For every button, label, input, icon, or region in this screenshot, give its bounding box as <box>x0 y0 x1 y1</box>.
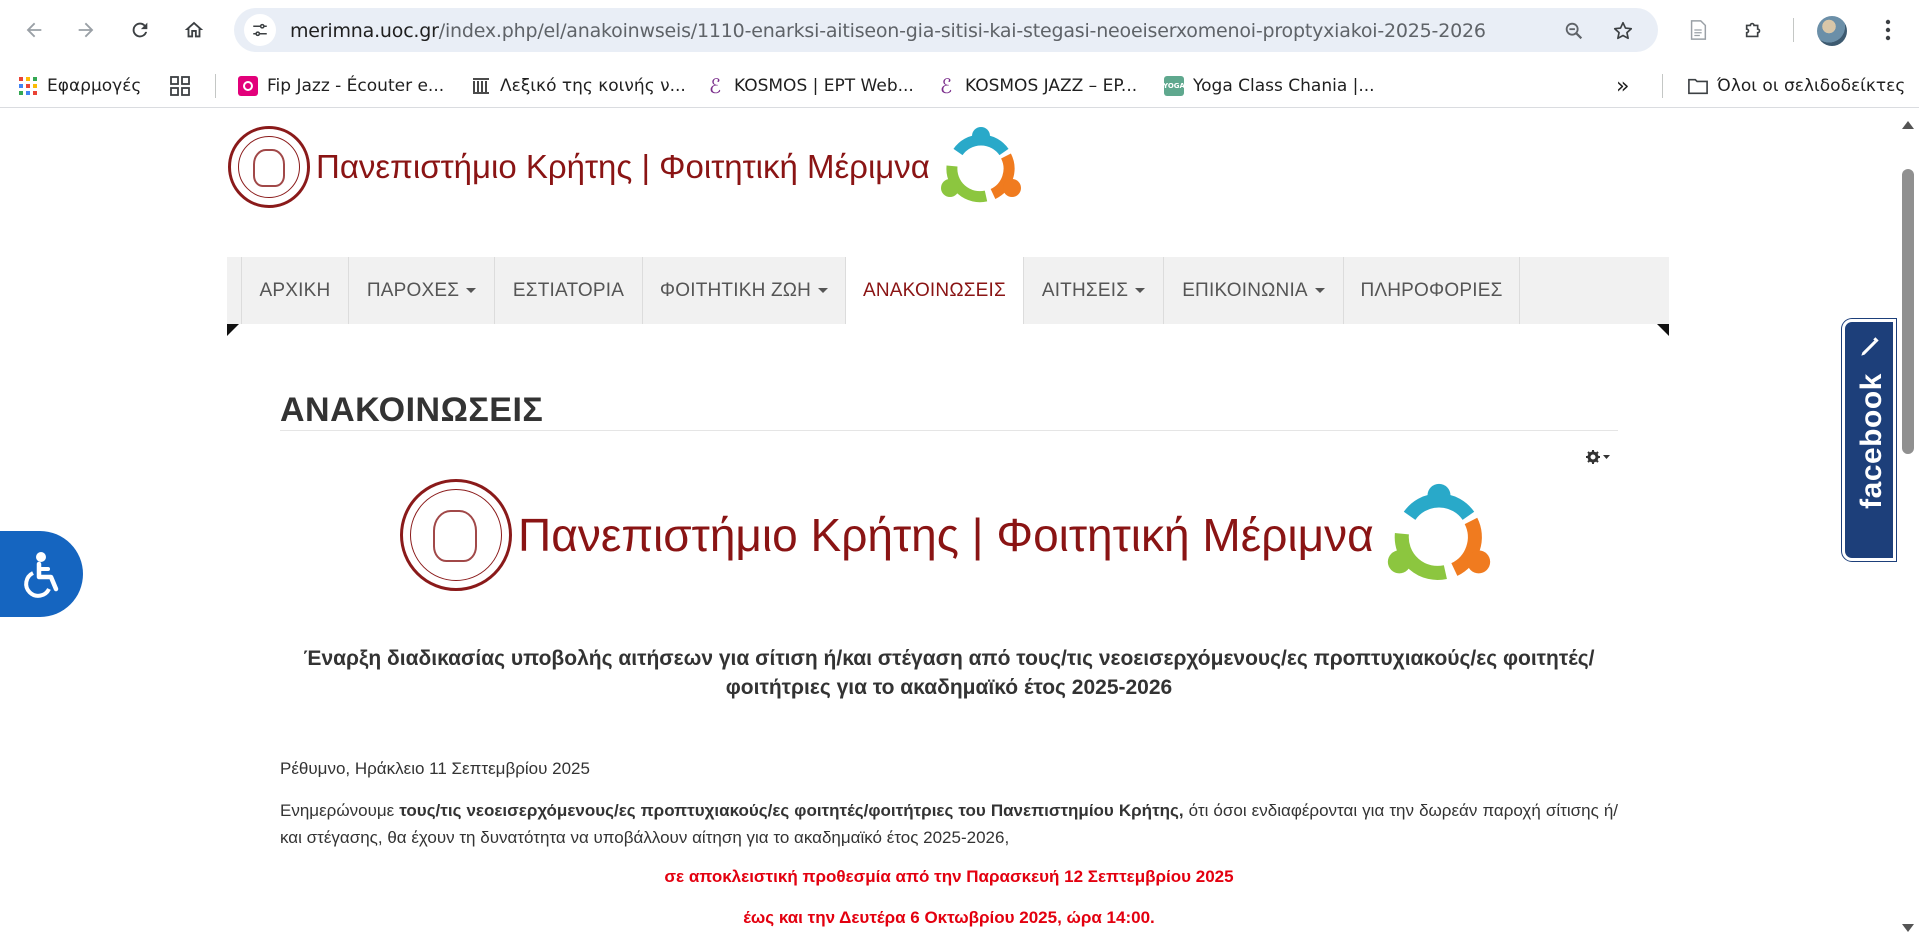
article-title-line: Έναρξη διαδικασίας υποβολής αιτήσεων για… <box>303 647 1595 670</box>
bookmark-kosmos-jazz[interactable]: ℰ KOSMOS JAZZ – EP... <box>936 74 1137 98</box>
extensions-puzzle-icon[interactable] <box>1738 14 1770 46</box>
nav-item-info[interactable]: ΠΛΗΡΟΦΟΡΙΕΣ <box>1343 257 1520 324</box>
url-path: /index.php/el/anakoinwseis/1110-enarksi-… <box>438 20 1486 42</box>
main-navbar: ΑΡΧΙΚΗ ΠΑΡΟΧΕΣ ΕΣΤΙΑΤΟΡΙΑ ΦΟΙΤΗΤΙΚΗ ΖΩΗ … <box>227 257 1669 324</box>
kosmos-icon: ℰ <box>708 74 722 98</box>
bookmark-apps[interactable]: Εφαρμογές <box>18 74 141 98</box>
nav-item-restaurants[interactable]: ΕΣΤΙΑΤΟΡΙΑ <box>494 257 642 324</box>
student-care-logo-icon <box>938 124 1024 210</box>
caret-down-icon <box>466 288 477 293</box>
reload-icon <box>132 22 148 38</box>
nav-item-announcements[interactable]: ΑΝΑΚΟΙΝΩΣΕΙΣ <box>845 257 1023 324</box>
banner-brand-name: Πανεπιστήμιο Κρήτης | Φοιτητική Μέριμνα <box>518 509 1374 561</box>
facebook-label: facebook <box>1855 373 1888 509</box>
scroll-down-arrow-icon[interactable] <box>1902 924 1914 932</box>
bookmark-label: Yoga Class Chania |... <box>1193 76 1375 96</box>
nav-item-home[interactable]: ΑΡΧΙΚΗ <box>241 257 348 324</box>
deadline-start: σε αποκλειστική προθεσμία από την Παρασκ… <box>664 867 1234 886</box>
bookmark-label: Εφαρμογές <box>47 76 142 96</box>
back-button[interactable] <box>18 14 50 46</box>
gear-icon <box>1586 450 1610 464</box>
url-host: merimna.uoc.gr <box>290 20 439 42</box>
forward-button[interactable] <box>70 14 102 46</box>
bookmark-lexiko[interactable]: Λεξικό της κοινής ν... <box>471 74 686 98</box>
ribbon-corner-right <box>1657 324 1669 336</box>
article-dateline: Ρέθυμνο, Ηράκλειο 11 Σεπτεμβρίου 2025 <box>280 759 590 778</box>
bookmark-fip-jazz[interactable]: Fip Jazz - Écouter e... <box>238 74 444 98</box>
menu-kebab-icon[interactable] <box>1872 14 1904 46</box>
bookmark-label: Λεξικό της κοινής ν... <box>500 76 686 96</box>
bookmark-yoga[interactable]: YOGA Yoga Class Chania |... <box>1163 74 1375 98</box>
home-button[interactable] <box>178 14 210 46</box>
article-banner-logo: Πανεπιστήμιο Κρήτης | Φοιτητική Μέριμνα <box>400 477 1494 593</box>
pen-icon <box>1861 337 1879 356</box>
site-logo[interactable]: Πανεπιστήμιο Κρήτης | Φοιτητική Μέριμνα <box>228 119 1024 215</box>
bookmark-label: KOSMOS | EPT Web... <box>734 76 914 96</box>
web-page: Πανεπιστήμιο Κρήτης | Φοιτητική Μέριμνα … <box>0 109 1919 942</box>
caret-down-icon <box>818 288 829 293</box>
page-title: ΑΝΑΚΟΙΝΩΣΕΙΣ <box>280 391 544 429</box>
reload-button[interactable] <box>124 14 156 46</box>
browser-toolbar: merimna.uoc.gr/index.php/el/anakoinwseis… <box>0 0 1919 60</box>
bookmark-divider <box>215 74 216 98</box>
tab-groups-icon <box>170 76 190 96</box>
scroll-up-arrow-icon[interactable] <box>1902 121 1914 129</box>
bookmarks-bar: Εφαρμογές Fip Jazz - Écouter e... Λεξικό… <box>0 64 1919 108</box>
nav-item-contact[interactable]: ΕΠΙΚΟΙΝΩΝΙΑ <box>1163 257 1343 324</box>
university-seal-icon <box>228 126 310 208</box>
accessibility-button[interactable] <box>0 531 83 617</box>
ribbon-corner-left <box>227 324 239 336</box>
title-divider <box>280 430 1618 431</box>
article-title: Έναρξη διαδικασίας υποβολής αιτήσεων για… <box>280 644 1618 702</box>
library-icon <box>471 76 491 96</box>
reading-mode-icon[interactable] <box>1682 14 1714 46</box>
bookmark-divider <box>1662 74 1663 98</box>
toolbar-divider <box>1793 18 1794 42</box>
site-info-icon[interactable] <box>244 14 276 46</box>
double-chevron-right-icon: » <box>1616 73 1630 99</box>
home-icon <box>184 21 204 38</box>
arrow-right-icon <box>78 22 94 38</box>
apps-grid-icon <box>18 76 38 96</box>
address-bar[interactable]: merimna.uoc.gr/index.php/el/anakoinwseis… <box>234 8 1658 52</box>
bookmark-label: Fip Jazz - Écouter e... <box>267 76 445 96</box>
url-text[interactable]: merimna.uoc.gr/index.php/el/anakoinwseis… <box>290 20 1486 42</box>
page-scrollbar[interactable] <box>1897 109 1919 942</box>
deadline-end: έως και την Δευτέρα 6 Οκτωβρίου 2025, ώρ… <box>743 908 1155 927</box>
arrow-left-icon <box>26 22 42 38</box>
nav-item-services[interactable]: ΠΑΡΟΧΕΣ <box>348 257 494 324</box>
more-bookmarks-button[interactable]: » <box>1616 73 1630 99</box>
zoom-icon[interactable] <box>1561 18 1587 44</box>
wheelchair-icon <box>23 552 58 598</box>
article-paragraph: Ενημερώνουμε τους/τις νεοεισερχόμενους/ε… <box>280 801 1618 847</box>
bookmark-kosmos-ert[interactable]: ℰ KOSMOS | EPT Web... <box>705 74 914 98</box>
article-options-button[interactable] <box>1585 449 1611 470</box>
article-title-line: φοιτήτριες για το ακαδημαϊκό έτος 2025-2… <box>725 676 1173 699</box>
nav-item-applications[interactable]: ΑΙΤΗΣΕΙΣ <box>1023 257 1163 324</box>
bookmark-star-icon[interactable] <box>1610 18 1636 44</box>
profile-avatar[interactable] <box>1817 16 1847 46</box>
bookmark-label: KOSMOS JAZZ – EP... <box>965 76 1138 96</box>
scroll-thumb[interactable] <box>1902 169 1914 454</box>
kosmos-icon: ℰ <box>939 74 953 98</box>
all-bookmarks-folder[interactable]: Όλοι οι σελιδοδείκτες <box>1688 74 1905 98</box>
folder-icon <box>1688 76 1708 96</box>
student-care-logo-icon <box>1384 480 1494 590</box>
bookmark-tab-groups[interactable] <box>170 74 199 98</box>
nav-item-student-life[interactable]: ΦΟΙΤΗΤΙΚΗ ΖΩΗ <box>642 257 845 324</box>
all-bookmarks-label: Όλοι οι σελιδοδείκτες <box>1717 76 1906 96</box>
facebook-widget-tab[interactable]: facebook <box>1842 319 1896 561</box>
yoga-icon: YOGA <box>1163 76 1185 96</box>
brand-name: Πανεπιστήμιο Κρήτης | Φοιτητική Μέριμνα <box>316 148 930 185</box>
caret-down-icon <box>1314 288 1325 293</box>
fip-icon <box>238 76 258 96</box>
caret-down-icon <box>1135 288 1146 293</box>
university-seal-icon <box>400 479 512 591</box>
